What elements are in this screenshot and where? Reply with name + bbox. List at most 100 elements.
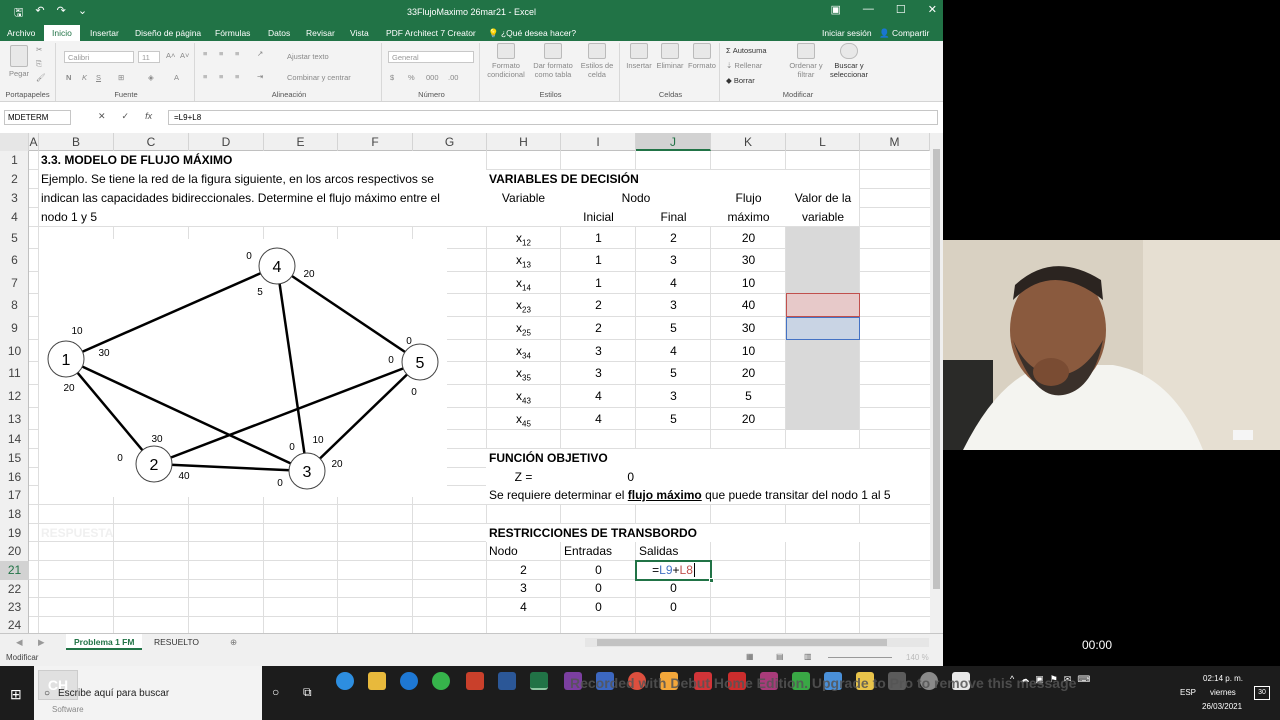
tab-diseno-pagina[interactable]: Diseño de página <box>135 28 201 38</box>
conditional-format-button[interactable]: Formato condicional <box>484 43 528 79</box>
share-button[interactable]: 👤 Compartir <box>879 28 929 39</box>
tab-datos[interactable]: Datos <box>268 28 290 38</box>
restr-entradas[interactable]: 0 <box>561 563 636 577</box>
row-header[interactable]: 12 <box>0 385 29 408</box>
column-header-m[interactable]: M <box>860 133 930 151</box>
name-box[interactable]: MDETERM <box>4 110 71 125</box>
row-header[interactable]: 21 <box>0 561 29 580</box>
column-header-k[interactable]: K <box>711 133 786 151</box>
column-header-c[interactable]: C <box>114 133 189 151</box>
row-header[interactable]: 1 <box>0 151 29 170</box>
number-format-select[interactable]: General <box>388 51 474 63</box>
column-header-f[interactable]: F <box>338 133 413 151</box>
format-cells-button[interactable]: Formato <box>686 43 718 70</box>
fill-color-icon[interactable]: ◈ <box>148 73 154 82</box>
sheet-tab-resuelto[interactable]: RESUELTO <box>146 634 207 650</box>
align-top-icon[interactable]: ≡ <box>203 49 207 58</box>
font-color-icon[interactable]: A <box>174 73 179 82</box>
row-header[interactable]: 23 <box>0 598 29 617</box>
decimal-icon[interactable]: .00 <box>448 73 458 82</box>
worksheet-grid[interactable]: 3.3. MODELO DE FLUJO MÁXIMO Ejemplo. Se … <box>29 151 930 633</box>
tab-inicio[interactable]: Inicio <box>44 25 80 41</box>
z-value[interactable]: 0 <box>561 470 634 484</box>
row-header[interactable]: 20 <box>0 542 29 561</box>
row-header[interactable]: 22 <box>0 580 29 598</box>
whatsapp-icon[interactable] <box>432 672 450 690</box>
tab-formulas[interactable]: Fórmulas <box>215 28 250 38</box>
active-cell-formula[interactable]: =L9+L8 <box>637 563 710 577</box>
signin-link[interactable]: Iniciar sesión <box>822 28 872 38</box>
row-header[interactable]: 18 <box>0 505 29 524</box>
column-header-b[interactable]: B <box>39 133 114 151</box>
paste-button[interactable]: Pegar <box>6 45 32 78</box>
row-header[interactable]: 16 <box>0 468 29 486</box>
shrink-font-icon[interactable]: A˅ <box>180 51 189 60</box>
row-header[interactable]: 13 <box>0 408 29 430</box>
scroll-thumb[interactable] <box>597 639 887 646</box>
clock-date[interactable]: 26/03/2021 <box>1202 702 1242 711</box>
row-header[interactable]: 15 <box>0 449 29 468</box>
maximize-button[interactable]: ☐ <box>896 3 906 16</box>
minimize-button[interactable]: — <box>863 3 874 16</box>
row-header[interactable]: 4 <box>0 208 29 227</box>
align-left-icon[interactable]: ≡ <box>203 72 207 81</box>
column-header-g[interactable]: G <box>413 133 487 151</box>
currency-icon[interactable]: $ <box>390 73 394 82</box>
sheet-tab-problema[interactable]: Problema 1 FM <box>66 634 143 650</box>
ribbon-display-button[interactable]: ▣ <box>831 3 841 16</box>
row-header[interactable]: 5 <box>0 227 29 249</box>
grow-font-icon[interactable]: A˄ <box>166 51 175 60</box>
format-as-table-button[interactable]: Dar formato como tabla <box>530 43 576 79</box>
row-header[interactable]: 17 <box>0 486 29 505</box>
align-bottom-icon[interactable]: ≡ <box>235 49 239 58</box>
clock-time[interactable]: 02:14 p. m. <box>1203 674 1243 683</box>
percent-icon[interactable]: % <box>408 73 415 82</box>
row-header[interactable]: 8 <box>0 294 29 317</box>
find-select-button[interactable]: Buscar y seleccionar <box>826 43 872 79</box>
row-header[interactable]: 2 <box>0 170 29 189</box>
italic-button[interactable]: K <box>82 73 87 82</box>
row-header[interactable]: 10 <box>0 340 29 362</box>
merge-center-button[interactable]: Combinar y centrar <box>287 73 351 82</box>
notification-icon[interactable]: 30 <box>1254 686 1270 700</box>
edge-icon[interactable] <box>336 672 354 690</box>
zoom-slider[interactable] <box>828 657 892 658</box>
column-header-a[interactable]: A <box>29 133 39 151</box>
tell-me-box[interactable]: 💡 ¿Qué desea hacer? <box>488 28 576 39</box>
row-header[interactable]: 3 <box>0 189 29 208</box>
excel-icon[interactable] <box>530 672 548 690</box>
column-header-j[interactable]: J <box>636 133 711 151</box>
ie-icon[interactable] <box>400 672 418 690</box>
next-sheet-icon[interactable]: ▶ <box>30 634 53 650</box>
borders-icon[interactable]: ⊞ <box>118 73 124 82</box>
restr-salidas[interactable]: 0 <box>636 600 711 614</box>
format-painter-icon[interactable]: 🖌 <box>36 73 46 82</box>
insert-cells-button[interactable]: Insertar <box>624 43 654 70</box>
cut-icon[interactable]: ✂ <box>36 45 42 54</box>
copy-icon[interactable]: ⎘ <box>36 59 42 68</box>
clear-button[interactable]: ◆ Borrar <box>726 76 755 85</box>
clock-day[interactable]: viernes <box>1210 688 1236 697</box>
autosum-button[interactable]: Σ Autosuma <box>726 46 767 55</box>
tab-archivo[interactable]: Archivo <box>7 28 35 38</box>
taskbar-search[interactable]: CH ○ Escribe aquí para buscar Software <box>34 666 262 720</box>
language-indicator[interactable]: ESP <box>1180 688 1196 697</box>
comma-icon[interactable]: 000 <box>426 73 439 82</box>
active-cell-j21[interactable]: =L9+L8 <box>635 560 714 583</box>
formula-ref-l8[interactable] <box>786 293 860 317</box>
align-center-icon[interactable]: ≡ <box>219 72 223 81</box>
enter-icon[interactable]: ✓ <box>122 111 130 122</box>
tab-revisar[interactable]: Revisar <box>306 28 335 38</box>
row-header[interactable]: 19 <box>0 524 29 542</box>
row-header[interactable]: 7 <box>0 272 29 294</box>
column-header-i[interactable]: I <box>561 133 636 151</box>
close-button[interactable]: ✕ <box>928 3 937 16</box>
orientation-icon[interactable]: ↗ <box>257 49 263 58</box>
select-all-corner[interactable] <box>0 133 29 151</box>
row-header[interactable]: 24 <box>0 617 29 633</box>
vertical-scrollbar[interactable] <box>930 133 943 633</box>
horizontal-scrollbar[interactable] <box>585 638 929 647</box>
word-icon[interactable] <box>498 672 516 690</box>
underline-button[interactable]: S <box>96 73 101 82</box>
font-size-select[interactable]: 11 <box>138 51 160 63</box>
